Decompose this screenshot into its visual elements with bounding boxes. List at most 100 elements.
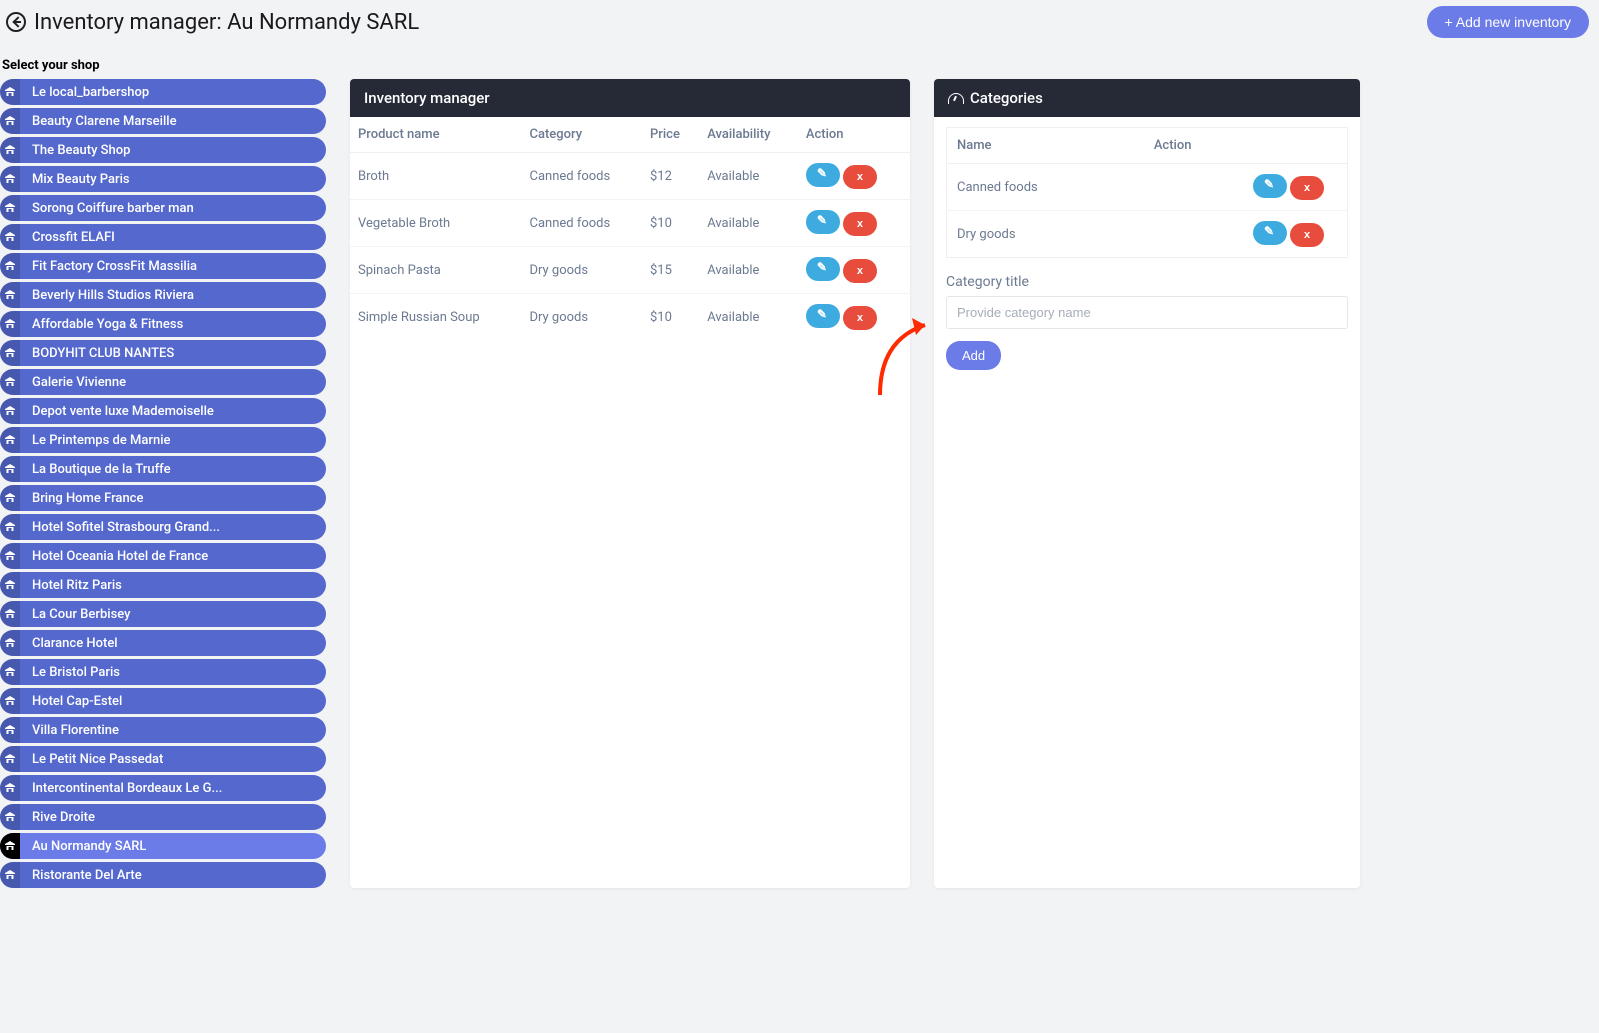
add-category-button[interactable]: Add [946,341,1001,370]
shop-icon [0,572,20,598]
table-row: Simple Russian SoupDry goods$10Available… [350,294,910,341]
shop-item-label: Depot vente luxe Mademoiselle [20,404,214,419]
delete-button[interactable]: x [843,212,877,236]
shop-icon [0,311,20,337]
shop-item-label: Hotel Cap-Estel [20,694,122,709]
col-category: Category [521,117,641,153]
cell-availability: Available [699,153,798,200]
shop-item[interactable]: The Beauty Shop [0,137,326,163]
shop-item-label: The Beauty Shop [20,143,130,158]
cell-availability: Available [699,294,798,341]
shop-item-label: Rive Droite [20,810,95,825]
shop-item-label: Le Bristol Paris [20,665,120,680]
edit-button[interactable] [806,257,840,281]
shop-item[interactable]: La Boutique de la Truffe [0,456,326,482]
shop-icon [0,369,20,395]
shop-item[interactable]: Mix Beauty Paris [0,166,326,192]
shop-icon [0,514,20,540]
cell-availability: Available [699,247,798,294]
shop-item[interactable]: Hotel Cap-Estel [0,688,326,714]
shop-item-label: Beauty Clarene Marseille [20,114,177,129]
col-price: Price [642,117,699,153]
pencil-icon [818,264,828,274]
cell-name: Dry goods [947,211,1144,258]
shop-icon [0,137,20,163]
shop-item[interactable]: Le Bristol Paris [0,659,326,685]
cell-action: x [1144,211,1348,258]
inventory-card: Inventory manager Product name Category … [350,79,910,888]
shop-item[interactable]: Ristorante Del Arte [0,862,326,888]
shop-item[interactable]: Clarance Hotel [0,630,326,656]
shop-item[interactable]: Sorong Coiffure barber man [0,195,326,221]
categories-card-header: Categories [934,79,1360,117]
shop-item[interactable]: BODYHIT CLUB NANTES [0,340,326,366]
col-product: Product name [350,117,521,153]
shop-item-label: Affordable Yoga & Fitness [20,317,183,332]
delete-button[interactable]: x [843,259,877,283]
shop-item[interactable]: Hotel Sofitel Strasbourg Grand... [0,514,326,540]
shop-item[interactable]: Affordable Yoga & Fitness [0,311,326,337]
cell-action: x [798,153,910,200]
shop-item[interactable]: Au Normandy SARL [0,833,326,859]
select-shop-label: Select your shop [0,44,1599,79]
shop-item[interactable]: Le Printemps de Marnie [0,427,326,453]
table-row: Dry goods x [947,211,1348,258]
shop-item-label: Au Normandy SARL [20,839,146,854]
shop-icon [0,543,20,569]
shop-item-label: Beverly Hills Studios Riviera [20,288,194,303]
shop-list: Le local_barbershop Beauty Clarene Marsei… [0,79,326,888]
shop-icon [0,659,20,685]
cell-price: $10 [642,200,699,247]
col-action: Action [798,117,910,153]
edit-button[interactable] [806,304,840,328]
shop-item[interactable]: Hotel Oceania Hotel de France [0,543,326,569]
edit-button[interactable] [806,210,840,234]
back-icon[interactable] [6,12,26,32]
shop-item-label: Ristorante Del Arte [20,868,142,883]
shop-item[interactable]: Beverly Hills Studios Riviera [0,282,326,308]
delete-button[interactable]: x [843,165,877,189]
shop-icon [0,804,20,830]
shop-item[interactable]: Rive Droite [0,804,326,830]
category-title-label: Category title [946,274,1348,290]
shop-icon [0,427,20,453]
edit-button[interactable] [1253,174,1287,198]
shop-icon [0,456,20,482]
categories-table: Name Action Canned foodsxDry goodsx [946,127,1348,258]
shop-icon [0,79,20,105]
shop-icon [0,340,20,366]
shop-item[interactable]: Crossfit ELAFI [0,224,326,250]
shop-item[interactable]: Villa Florentine [0,717,326,743]
shop-item-label: Crossfit ELAFI [20,230,115,245]
table-row: Spinach PastaDry goods$15Availablex [350,247,910,294]
shop-item[interactable]: Fit Factory CrossFit Massilia [0,253,326,279]
shop-item[interactable]: Hotel Ritz Paris [0,572,326,598]
shop-icon [0,746,20,772]
pencil-icon [818,217,828,227]
add-inventory-button[interactable]: + Add new inventory [1427,6,1589,38]
shop-item-label: Hotel Ritz Paris [20,578,122,593]
shop-item[interactable]: Depot vente luxe Mademoiselle [0,398,326,424]
delete-button[interactable]: x [1290,223,1324,247]
category-title-input[interactable] [946,296,1348,329]
delete-button[interactable]: x [1290,176,1324,200]
col-availability: Availability [699,117,798,153]
shop-item[interactable]: La Cour Berbisey [0,601,326,627]
shop-item-label: BODYHIT CLUB NANTES [20,346,174,361]
shop-item[interactable]: Le Petit Nice Passedat [0,746,326,772]
shop-item-label: Fit Factory CrossFit Massilia [20,259,197,274]
table-row: BrothCanned foods$12Availablex [350,153,910,200]
shop-item-label: Mix Beauty Paris [20,172,130,187]
shop-item[interactable]: Beauty Clarene Marseille [0,108,326,134]
shop-icon [0,833,20,859]
shop-item[interactable]: Galerie Vivienne [0,369,326,395]
shop-item[interactable]: Bring Home France [0,485,326,511]
shop-icon [0,862,20,888]
shop-item[interactable]: Le local_barbershop [0,79,326,105]
edit-button[interactable] [806,163,840,187]
cat-col-action: Action [1144,128,1348,164]
shop-item[interactable]: Intercontinental Bordeaux Le G... [0,775,326,801]
edit-button[interactable] [1253,221,1287,245]
delete-button[interactable]: x [843,306,877,330]
gauge-icon [948,91,962,105]
